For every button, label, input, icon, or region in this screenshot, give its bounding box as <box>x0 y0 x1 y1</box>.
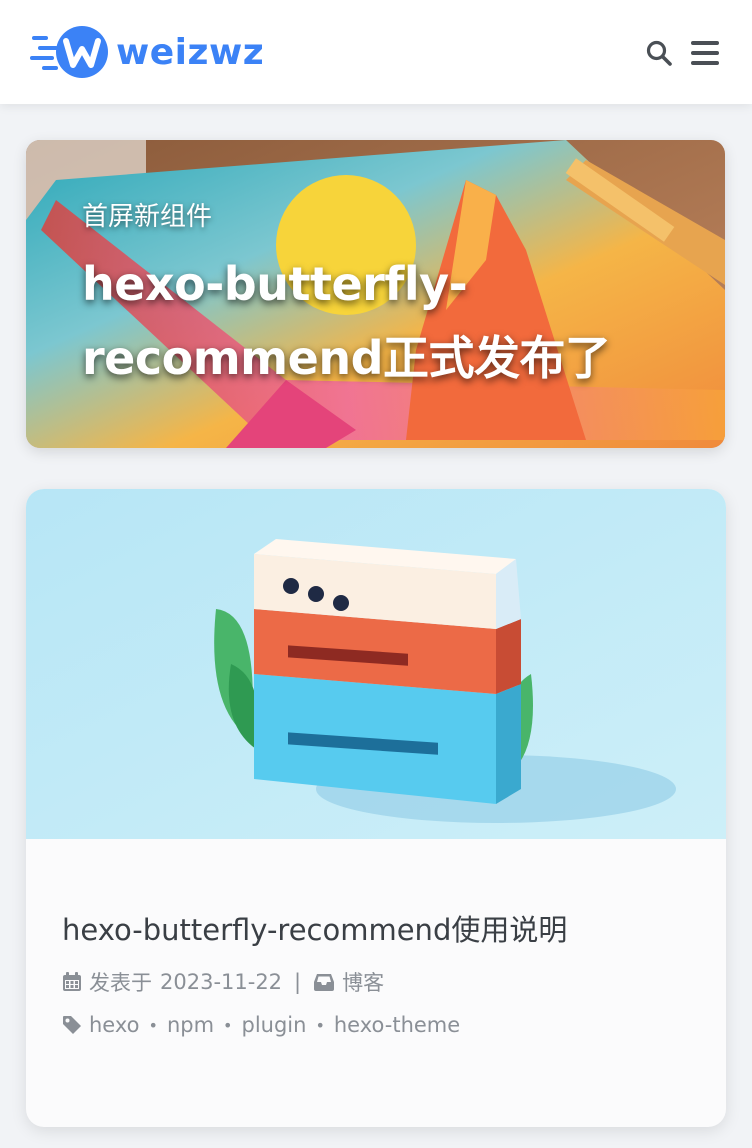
post-meta: 发表于 2023-11-22 | 博客 <box>62 967 384 997</box>
inbox-icon <box>313 972 335 992</box>
search-icon <box>646 40 672 66</box>
search-button[interactable] <box>642 36 676 70</box>
logo-icon <box>30 26 108 78</box>
tag-link[interactable]: plugin <box>241 1013 306 1037</box>
menu-button[interactable] <box>688 36 722 70</box>
tag-link[interactable]: npm <box>167 1013 214 1037</box>
post-tags: hexo • npm • plugin • hexo-theme <box>62 1013 460 1037</box>
hero-recommend-card[interactable]: 首屏新组件 hexo-butterfly- recommend正式发布了 <box>26 140 725 448</box>
published-date: 2023-11-22 <box>160 970 283 994</box>
tag-link[interactable]: hexo <box>89 1013 140 1037</box>
published-label: 发表于 <box>89 971 152 995</box>
hero-text: 首屏新组件 hexo-butterfly- recommend正式发布了 <box>82 196 685 395</box>
tag-icon <box>62 1015 82 1035</box>
hero-kicker: 首屏新组件 <box>82 202 213 232</box>
top-navbar: weizwz <box>0 0 752 104</box>
tag-separator: • <box>315 1015 325 1035</box>
post-cover-image[interactable] <box>26 489 726 839</box>
hero-title: hexo-butterfly- recommend正式发布了 <box>82 247 685 395</box>
calendar-icon <box>62 972 82 992</box>
tag-separator: • <box>223 1015 233 1035</box>
hero-title-line2: recommend正式发布了 <box>82 331 611 385</box>
tag-separator: • <box>148 1015 158 1035</box>
bars-icon <box>691 41 719 65</box>
category-link[interactable]: 博客 <box>342 967 384 997</box>
site-logo[interactable]: weizwz <box>30 24 264 80</box>
site-name: weizwz <box>116 31 265 73</box>
tag-link[interactable]: hexo-theme <box>334 1013 460 1037</box>
hero-title-line1: hexo-butterfly- <box>82 257 468 311</box>
post-title-link[interactable]: hexo-butterfly-recommend使用说明 <box>62 907 567 949</box>
post-card: hexo-butterfly-recommend使用说明 发表于 2023-11… <box>26 489 726 1127</box>
meta-separator: | <box>294 970 302 994</box>
